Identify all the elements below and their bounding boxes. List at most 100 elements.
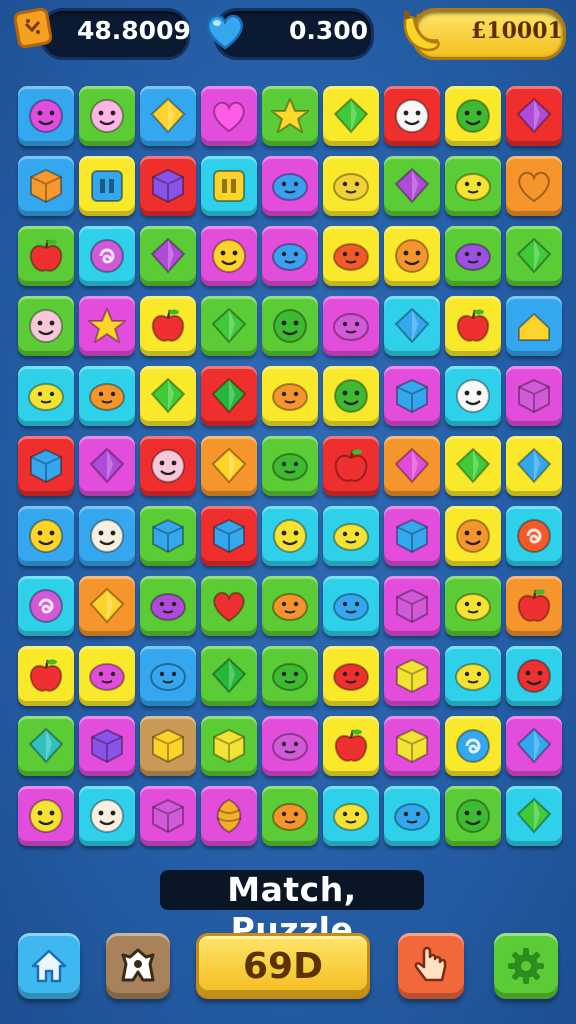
board-tile[interactable] — [323, 786, 379, 846]
board-tile[interactable] — [262, 786, 318, 846]
board-tile[interactable] — [384, 576, 440, 636]
board-tile[interactable] — [201, 576, 257, 636]
board-tile[interactable] — [445, 646, 501, 706]
board-tile[interactable] — [201, 786, 257, 846]
board-tile[interactable] — [79, 156, 135, 216]
board-tile[interactable] — [18, 436, 74, 496]
board-tile[interactable] — [140, 226, 196, 286]
board-tile[interactable] — [201, 506, 257, 566]
board-tile[interactable] — [506, 296, 562, 356]
board-tile[interactable] — [201, 226, 257, 286]
board-tile[interactable] — [262, 226, 318, 286]
board-tile[interactable] — [18, 296, 74, 356]
board-tile[interactable] — [506, 646, 562, 706]
board-tile[interactable] — [140, 436, 196, 496]
board-tile[interactable] — [201, 716, 257, 776]
board-tile[interactable] — [262, 576, 318, 636]
board-tile[interactable] — [323, 716, 379, 776]
board-tile[interactable] — [506, 86, 562, 146]
board-tile[interactable] — [323, 506, 379, 566]
board-tile[interactable] — [140, 86, 196, 146]
board-tile[interactable] — [506, 366, 562, 426]
settings-button[interactable] — [494, 933, 558, 999]
board-tile[interactable] — [323, 226, 379, 286]
tap-button[interactable] — [398, 933, 464, 999]
board-tile[interactable] — [445, 366, 501, 426]
board-tile[interactable] — [18, 366, 74, 426]
board-tile[interactable] — [506, 506, 562, 566]
board-tile[interactable] — [384, 786, 440, 846]
board-tile[interactable] — [384, 226, 440, 286]
board-tile[interactable] — [201, 366, 257, 426]
board-tile[interactable] — [445, 296, 501, 356]
board-tile[interactable] — [79, 436, 135, 496]
board-tile[interactable] — [79, 716, 135, 776]
board-tile[interactable] — [506, 226, 562, 286]
board-tile[interactable] — [79, 786, 135, 846]
board-tile[interactable] — [79, 576, 135, 636]
board-tile[interactable] — [140, 576, 196, 636]
board-tile[interactable] — [445, 86, 501, 146]
board-tile[interactable] — [323, 646, 379, 706]
home-button[interactable] — [18, 933, 80, 999]
board-tile[interactable] — [140, 156, 196, 216]
board-tile[interactable] — [140, 646, 196, 706]
board-tile[interactable] — [262, 716, 318, 776]
board-tile[interactable] — [18, 576, 74, 636]
board-tile[interactable] — [506, 156, 562, 216]
board-tile[interactable] — [384, 506, 440, 566]
board-tile[interactable] — [323, 436, 379, 496]
board-tile[interactable] — [79, 506, 135, 566]
board-tile[interactable] — [445, 506, 501, 566]
board-tile[interactable] — [445, 226, 501, 286]
board-tile[interactable] — [323, 366, 379, 426]
board-tile[interactable] — [262, 156, 318, 216]
board-tile[interactable] — [506, 576, 562, 636]
board-tile[interactable] — [384, 436, 440, 496]
board-tile[interactable] — [201, 646, 257, 706]
board-tile[interactable] — [262, 366, 318, 426]
board-tile[interactable] — [262, 506, 318, 566]
board-tile[interactable] — [140, 296, 196, 356]
board-tile[interactable] — [201, 296, 257, 356]
board-tile[interactable] — [445, 156, 501, 216]
board-tile[interactable] — [79, 226, 135, 286]
board-tile[interactable] — [18, 716, 74, 776]
board-tile[interactable] — [140, 366, 196, 426]
board-tile[interactable] — [140, 506, 196, 566]
board-tile[interactable] — [201, 436, 257, 496]
character-button[interactable] — [106, 933, 170, 999]
board-tile[interactable] — [79, 296, 135, 356]
board-tile[interactable] — [445, 716, 501, 776]
board-tile[interactable] — [384, 86, 440, 146]
board-tile[interactable] — [384, 366, 440, 426]
board-tile[interactable] — [262, 646, 318, 706]
board-tile[interactable] — [18, 506, 74, 566]
board-tile[interactable] — [384, 296, 440, 356]
board-tile[interactable] — [323, 576, 379, 636]
board-tile[interactable] — [323, 296, 379, 356]
board-tile[interactable] — [445, 786, 501, 846]
board-tile[interactable] — [18, 86, 74, 146]
board-tile[interactable] — [445, 576, 501, 636]
play-button[interactable]: 69D — [196, 933, 370, 999]
board-tile[interactable] — [262, 296, 318, 356]
board-tile[interactable] — [79, 86, 135, 146]
board-tile[interactable] — [18, 226, 74, 286]
board-tile[interactable] — [384, 156, 440, 216]
board-tile[interactable] — [445, 436, 501, 496]
board-tile[interactable] — [506, 436, 562, 496]
board-tile[interactable] — [18, 646, 74, 706]
board-tile[interactable] — [201, 86, 257, 146]
board-tile[interactable] — [140, 716, 196, 776]
board-tile[interactable] — [506, 716, 562, 776]
board-tile[interactable] — [323, 86, 379, 146]
board-tile[interactable] — [201, 156, 257, 216]
board-tile[interactable] — [506, 786, 562, 846]
board-tile[interactable] — [18, 786, 74, 846]
board-tile[interactable] — [79, 646, 135, 706]
board-tile[interactable] — [384, 716, 440, 776]
board-tile[interactable] — [384, 646, 440, 706]
board-tile[interactable] — [18, 156, 74, 216]
board-tile[interactable] — [323, 156, 379, 216]
